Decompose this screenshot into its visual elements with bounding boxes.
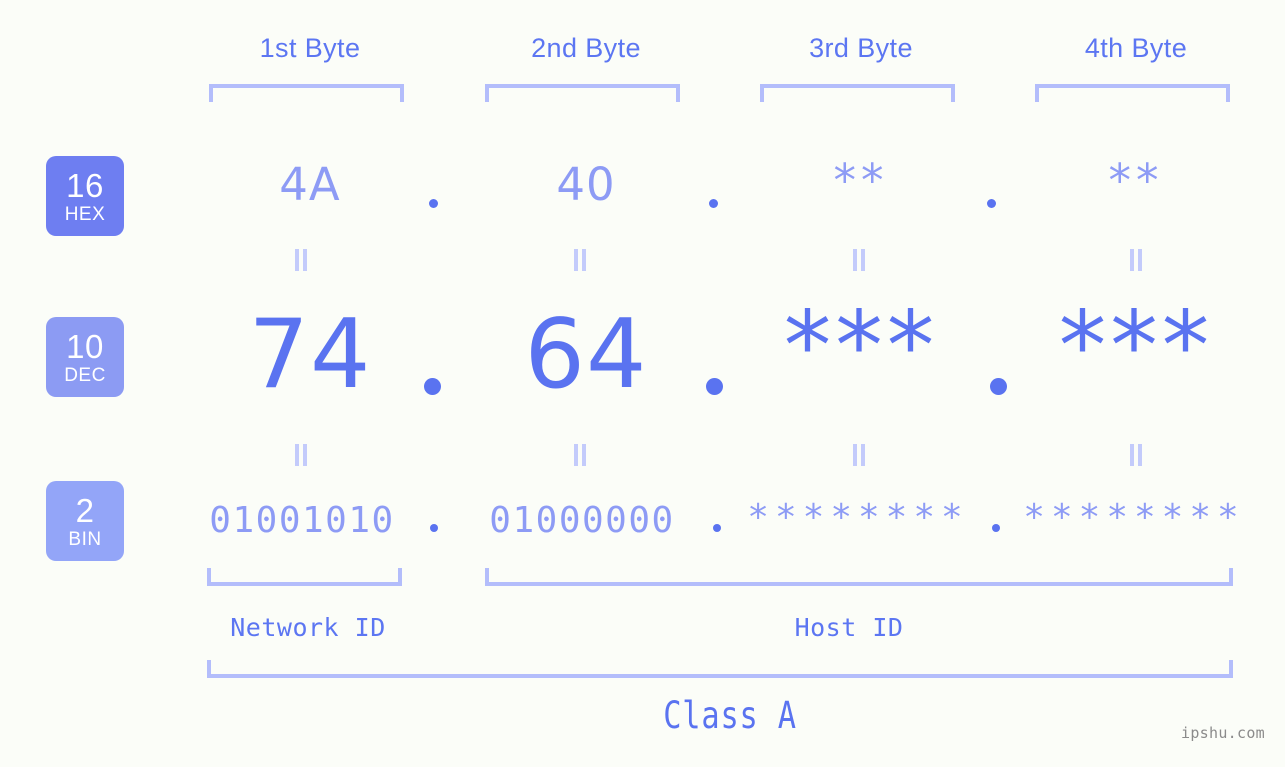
site-watermark: ipshu.com — [1181, 724, 1265, 742]
dec-dot-separator-1 — [424, 378, 441, 395]
ip-address-byte-diagram: 1st Byte 2nd Byte 3rd Byte 4th Byte 16 H… — [0, 0, 1285, 767]
hex-dot-separator-1 — [429, 199, 438, 208]
bin-value-byte-4: ******** — [1023, 497, 1245, 538]
equals-mark-hex-dec-3 — [851, 249, 867, 271]
network-id-bracket — [207, 568, 402, 586]
equals-mark-dec-bin-1 — [293, 444, 309, 466]
hex-value-byte-4: ** — [1108, 154, 1164, 207]
equals-mark-hex-dec-1 — [293, 249, 309, 271]
dec-value-byte-4: *** — [1058, 292, 1214, 402]
base-badge-dec-name: DEC — [64, 364, 106, 386]
base-badge-dec-number: 10 — [66, 327, 104, 365]
byte-header-label-4: 4th Byte — [1084, 33, 1188, 63]
byte-bracket-2 — [485, 84, 680, 102]
byte-bracket-4 — [1035, 84, 1230, 102]
hex-value-byte-2: 40 — [556, 158, 616, 211]
base-badge-dec: 10 DEC — [46, 317, 124, 397]
hex-value-byte-3: ** — [833, 154, 889, 207]
equals-mark-dec-bin-2 — [572, 444, 588, 466]
bin-dot-separator-1 — [430, 524, 438, 532]
bin-value-byte-3: ******** — [747, 497, 969, 538]
class-label: Class A — [663, 694, 797, 737]
equals-mark-hex-dec-2 — [572, 249, 588, 271]
base-badge-bin-number: 2 — [75, 491, 95, 529]
equals-mark-hex-dec-4 — [1128, 249, 1144, 271]
hex-dot-separator-3 — [987, 199, 996, 208]
byte-bracket-1 — [209, 84, 404, 102]
bin-value-byte-1: 01001010 — [209, 500, 395, 541]
dec-value-byte-3: *** — [783, 292, 939, 402]
dec-dot-separator-3 — [990, 378, 1007, 395]
dec-dot-separator-2 — [706, 378, 723, 395]
byte-header-label-3: 3rd Byte — [809, 33, 913, 63]
hex-value-byte-1: 4A — [279, 158, 341, 211]
base-badge-hex-number: 16 — [66, 166, 104, 204]
base-badge-bin: 2 BIN — [46, 481, 124, 561]
base-badge-hex: 16 HEX — [46, 156, 124, 236]
byte-bracket-3 — [760, 84, 955, 102]
bin-dot-separator-2 — [713, 524, 721, 532]
byte-header-label-1: 1st Byte — [259, 33, 361, 63]
hex-dot-separator-2 — [709, 199, 718, 208]
dec-value-byte-2: 64 — [524, 300, 648, 410]
equals-mark-dec-bin-3 — [851, 444, 867, 466]
host-id-bracket — [485, 568, 1233, 586]
base-badge-hex-name: HEX — [64, 203, 106, 225]
network-id-label: Network ID — [230, 613, 386, 642]
class-bracket — [207, 660, 1233, 678]
bin-dot-separator-3 — [992, 524, 1000, 532]
byte-header-label-2: 2nd Byte — [531, 33, 641, 63]
equals-mark-dec-bin-4 — [1128, 444, 1144, 466]
dec-value-byte-1: 74 — [248, 300, 372, 410]
host-id-label: Host ID — [794, 613, 904, 642]
bin-value-byte-2: 01000000 — [489, 500, 675, 541]
base-badge-bin-name: BIN — [68, 528, 102, 550]
